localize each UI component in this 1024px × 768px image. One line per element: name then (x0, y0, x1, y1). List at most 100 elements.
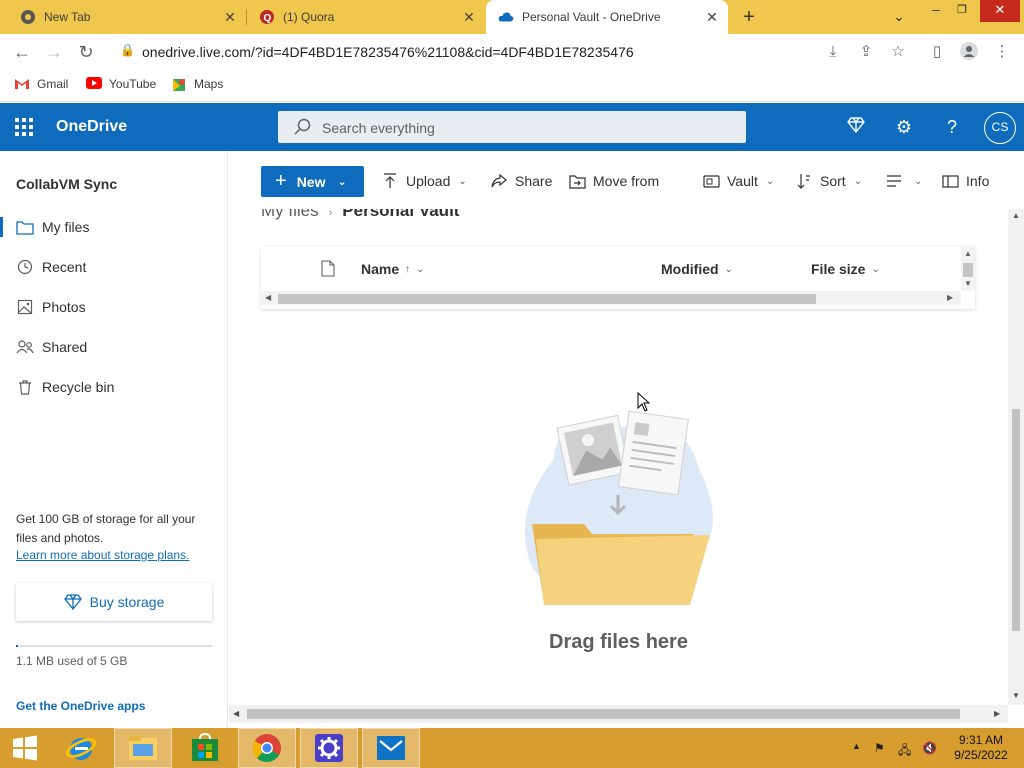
list-vertical-scrollbar[interactable]: ▲ ▼ (961, 247, 975, 291)
mail-icon[interactable] (362, 728, 420, 768)
get-apps-link[interactable]: Get the OneDrive apps (16, 699, 145, 713)
scrollbar-thumb[interactable] (247, 709, 960, 719)
vault-label: Vault (727, 173, 758, 189)
sort-button[interactable]: Sort ⌄ (795, 171, 862, 191)
address-bar[interactable]: 🔒 onedrive.live.com/?id=4DF4BD1E78235476… (108, 38, 914, 66)
system-clock[interactable]: 9:31 AM 9/25/2022 (946, 733, 1016, 763)
empty-folder-illustration (514, 409, 724, 619)
column-header-name[interactable]: Name ↑ ⌄ (361, 261, 425, 277)
back-button[interactable]: ← (10, 40, 34, 64)
upload-button[interactable]: Upload ⌄ (381, 171, 467, 191)
nav-recent[interactable]: Recent (0, 249, 228, 285)
maps-icon (171, 77, 187, 91)
nav-photos[interactable]: Photos (0, 289, 228, 325)
breadcrumb-root[interactable]: My files (261, 209, 319, 220)
show-hidden-icons-chevron-icon[interactable]: ▲ (852, 741, 861, 751)
tab-search-chevron-icon[interactable]: ⌄ (888, 7, 910, 29)
chrome-icon (20, 9, 36, 25)
store-icon[interactable] (176, 728, 234, 768)
file-type-icon[interactable] (321, 260, 335, 282)
forward-button[interactable]: → (42, 40, 66, 64)
column-header-modified[interactable]: Modified ⌄ (661, 261, 733, 277)
column-header-file-size[interactable]: File size ⌄ (811, 261, 880, 277)
scroll-down-arrow-icon[interactable]: ▼ (964, 279, 972, 288)
youtube-icon (86, 77, 102, 91)
file-list-header: Name ↑ ⌄ Modified ⌄ File size ⌄ (261, 247, 961, 291)
search-input[interactable]: Search everything (278, 111, 746, 143)
start-button[interactable] (0, 728, 50, 768)
scroll-up-arrow-icon[interactable]: ▲ (1012, 211, 1020, 220)
new-tab-button[interactable]: + (738, 6, 760, 28)
mouse-cursor-icon (637, 391, 651, 417)
info-button[interactable]: Info (941, 171, 989, 191)
move-from-label: Move from (593, 173, 660, 189)
install-app-icon[interactable]: ⤓ (823, 42, 843, 62)
close-window-button[interactable]: ✕ (980, 0, 1020, 22)
column-name-label: Name (361, 261, 400, 277)
nav-recycle-bin[interactable]: Recycle bin (0, 369, 228, 405)
reload-button[interactable]: ↻ (74, 40, 98, 64)
lock-icon[interactable]: 🔒 (120, 43, 135, 57)
page-horizontal-scrollbar[interactable]: ◀ ▶ (229, 705, 1008, 723)
buy-storage-button[interactable]: Buy storage (16, 583, 212, 621)
list-horizontal-scrollbar[interactable]: ◀ ▶ (261, 291, 961, 305)
close-icon[interactable]: ✕ (222, 9, 238, 25)
photo-icon (16, 298, 34, 316)
chrome-taskbar-icon[interactable] (238, 728, 296, 768)
help-icon[interactable]: ? (940, 115, 964, 139)
volume-muted-icon[interactable]: 🔇 (922, 741, 937, 755)
scroll-up-arrow-icon[interactable]: ▲ (964, 249, 972, 258)
page-vertical-scrollbar[interactable]: ▲ ▼ (1008, 209, 1024, 705)
nav-label: Shared (42, 339, 88, 355)
app-launcher-waffle-icon[interactable] (14, 117, 34, 137)
restore-button[interactable]: ❐ (952, 0, 972, 22)
file-explorer-icon[interactable] (114, 728, 172, 768)
bookmark-label: Gmail (37, 77, 69, 91)
bookmark-gmail[interactable]: Gmail (14, 77, 68, 91)
breadcrumb: My files › Personal Vault (261, 209, 459, 221)
vault-button[interactable]: Vault ⌄ (702, 171, 774, 191)
account-avatar[interactable]: CS (984, 112, 1016, 144)
nav-my-files[interactable]: My files (0, 209, 228, 245)
search-icon (292, 117, 312, 137)
view-options-button[interactable]: ⌄ (885, 171, 922, 191)
scroll-left-arrow-icon[interactable]: ◀ (265, 293, 271, 302)
storage-plans-link[interactable]: Learn more about storage plans. (16, 548, 189, 562)
settings-gear-icon[interactable]: ⚙ (892, 115, 916, 139)
nav-label: Photos (42, 299, 86, 315)
tab-title: (1) Quora (283, 10, 335, 24)
scrollbar-thumb[interactable] (963, 263, 973, 277)
bookmark-maps[interactable]: Maps (171, 77, 223, 91)
close-icon[interactable]: ✕ (461, 9, 477, 25)
side-panel-icon[interactable]: ▯ (927, 42, 947, 62)
bookmark-youtube[interactable]: YouTube (86, 77, 156, 91)
menu-kebab-icon[interactable]: ⋮ (992, 42, 1012, 62)
premium-diamond-icon[interactable] (844, 115, 868, 139)
scroll-right-arrow-icon[interactable]: ▶ (947, 293, 953, 302)
control-panel-icon[interactable] (300, 728, 358, 768)
bookmark-star-icon[interactable]: ☆ (888, 42, 908, 62)
profile-icon[interactable] (959, 42, 979, 62)
scroll-left-arrow-icon[interactable]: ◀ (233, 709, 239, 718)
nav-label: Recent (42, 259, 87, 275)
tab-personal-vault[interactable]: Personal Vault - OneDrive ✕ (486, 0, 728, 34)
action-center-flag-icon[interactable]: ⚑ (874, 741, 885, 755)
bookmark-label: Maps (194, 77, 224, 91)
app-brand[interactable]: OneDrive (56, 118, 127, 136)
scrollbar-thumb[interactable] (1012, 409, 1020, 631)
share-page-icon[interactable]: ⇪ (856, 42, 876, 62)
onedrive-header: OneDrive Search everything ⚙ ? CS (0, 103, 1024, 151)
nav-shared[interactable]: Shared (0, 329, 228, 365)
minimize-button[interactable]: – (926, 0, 946, 22)
new-button[interactable]: + New ⌄ (261, 166, 364, 197)
network-icon[interactable]: 🖧 (898, 741, 911, 762)
internet-explorer-icon[interactable] (52, 728, 110, 768)
move-from-button[interactable]: Move from (568, 171, 659, 191)
tab-quora[interactable]: Q (1) Quora ✕ (247, 0, 485, 34)
share-button[interactable]: Share (490, 171, 552, 191)
scrollbar-thumb[interactable] (278, 294, 816, 304)
scroll-right-arrow-icon[interactable]: ▶ (994, 709, 1000, 718)
tab-new-tab[interactable]: New Tab ✕ (0, 0, 246, 34)
scroll-down-arrow-icon[interactable]: ▼ (1012, 691, 1020, 700)
close-icon[interactable]: ✕ (704, 9, 720, 25)
